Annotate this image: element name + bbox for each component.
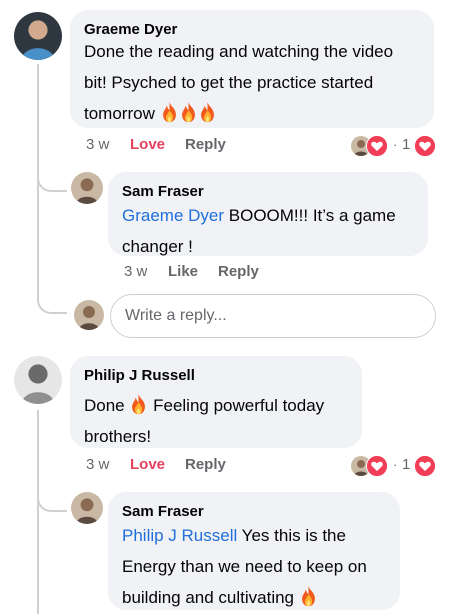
thread-connector <box>37 490 67 512</box>
avatar[interactable] <box>14 12 62 60</box>
comment-text: Done the reading and watching the video … <box>84 42 394 123</box>
thread-line <box>37 190 39 298</box>
heart-icon <box>414 455 436 477</box>
mention-link[interactable]: Philip J Russell <box>122 526 237 545</box>
love-button[interactable]: Love <box>130 456 165 473</box>
love-button[interactable]: Love <box>130 136 165 153</box>
comment-bubble: Graeme Dyer Done the reading and watchin… <box>70 10 434 128</box>
like-button[interactable]: Like <box>168 263 198 280</box>
thread-connector <box>37 170 67 192</box>
flame-icon <box>198 101 217 123</box>
reply-time[interactable]: 3 w <box>124 263 147 280</box>
reply-button[interactable]: Reply <box>218 263 259 280</box>
reply-button[interactable]: Reply <box>185 136 226 153</box>
mention-link[interactable]: Graeme Dyer <box>122 206 224 225</box>
reactions-summary[interactable]: · 1 <box>350 455 440 477</box>
avatar[interactable] <box>71 172 103 204</box>
reply-text: Graeme Dyer BOOOM!!! It’s a game changer… <box>122 206 396 256</box>
comment-time[interactable]: 3 w <box>86 456 109 473</box>
reply-bubble: Sam Fraser Philip J Russell Yes this is … <box>108 492 400 610</box>
reply-author[interactable]: Sam Fraser <box>122 503 204 520</box>
thread-line <box>37 410 39 614</box>
comment-bubble: Philip J Russell Done Feeling powerful t… <box>70 356 362 448</box>
reaction-count: 1 <box>402 136 411 153</box>
reply-button[interactable]: Reply <box>185 456 226 473</box>
reply-bubble: Sam Fraser Graeme Dyer BOOOM!!! It’s a g… <box>108 172 428 256</box>
reaction-count: 1 <box>402 456 411 473</box>
flame-icon <box>179 101 198 123</box>
reaction-separator: · <box>393 137 398 152</box>
thread-connector <box>37 288 67 314</box>
reply-text: Philip J Russell Yes this is the Energy … <box>122 526 367 607</box>
comment-author[interactable]: Philip J Russell <box>84 367 195 384</box>
heart-icon <box>366 455 388 477</box>
reply-author[interactable]: Sam Fraser <box>122 183 204 200</box>
avatar[interactable] <box>14 356 62 404</box>
flame-icon <box>160 101 179 123</box>
flame-icon <box>299 585 318 607</box>
comment-text: Done Feeling powerful today brothers! <box>84 390 324 452</box>
flame-icon <box>129 393 148 415</box>
heart-icon <box>414 135 436 157</box>
comment-time[interactable]: 3 w <box>86 136 109 153</box>
avatar[interactable] <box>71 492 103 524</box>
reactions-summary[interactable]: · 1 <box>350 135 440 157</box>
reply-input[interactable]: Write a reply... <box>110 294 436 338</box>
reaction-separator: · <box>393 457 398 472</box>
current-user-avatar <box>74 300 104 330</box>
heart-icon <box>366 135 388 157</box>
